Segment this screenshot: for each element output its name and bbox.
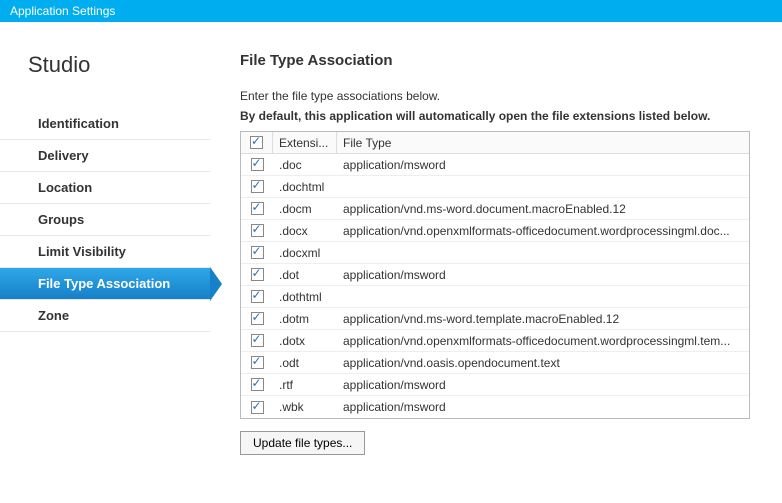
table-header: Extensi... File Type [241,132,749,154]
row-filetype: application/msword [337,400,749,414]
app-name: Studio [0,52,210,108]
nav-item-file-type-association[interactable]: File Type Association [0,268,210,300]
row-checkbox-cell[interactable] [241,202,273,215]
checkbox-icon [251,356,264,369]
table-body: .docapplication/msword.dochtml.docmappli… [241,154,749,418]
table-row[interactable]: .dotapplication/msword [241,264,749,286]
row-filetype: application/msword [337,268,749,282]
row-filetype: application/msword [337,378,749,392]
row-filetype: application/vnd.oasis.opendocument.text [337,356,749,370]
row-extension: .odt [273,356,337,370]
row-filetype: application/vnd.ms-word.template.macroEn… [337,312,749,326]
instruction-line-1: Enter the file type associations below. [240,89,762,103]
row-extension: .dothtml [273,290,337,304]
content-area: Studio IdentificationDeliveryLocationGro… [0,22,782,503]
row-checkbox-cell[interactable] [241,401,273,414]
nav-item-groups[interactable]: Groups [0,204,210,236]
table-row[interactable]: .dotxapplication/vnd.openxmlformats-offi… [241,330,749,352]
checkbox-icon [251,158,264,171]
window-title: Application Settings [10,4,115,18]
row-checkbox-cell[interactable] [241,180,273,193]
checkbox-icon [250,136,263,149]
row-filetype: application/vnd.openxmlformats-officedoc… [337,334,749,348]
row-filetype: application/msword [337,158,749,172]
row-checkbox-cell[interactable] [241,158,273,171]
row-checkbox-cell[interactable] [241,378,273,391]
checkbox-icon [251,180,264,193]
row-extension: .docx [273,224,337,238]
table-row[interactable]: .docmapplication/vnd.ms-word.document.ma… [241,198,749,220]
row-extension: .dotx [273,334,337,348]
checkbox-icon [251,246,264,259]
row-checkbox-cell[interactable] [241,290,273,303]
row-extension: .dochtml [273,180,337,194]
nav-list: IdentificationDeliveryLocationGroupsLimi… [0,108,210,332]
checkbox-icon [251,334,264,347]
header-extension[interactable]: Extensi... [273,132,337,153]
row-extension: .dotm [273,312,337,326]
nav-item-limit-visibility[interactable]: Limit Visibility [0,236,210,268]
nav-item-location[interactable]: Location [0,172,210,204]
checkbox-icon [251,378,264,391]
table-row[interactable]: .odtapplication/vnd.oasis.opendocument.t… [241,352,749,374]
main-panel: File Type Association Enter the file typ… [210,22,782,503]
checkbox-icon [251,290,264,303]
row-extension: .docxml [273,246,337,260]
row-extension: .rtf [273,378,337,392]
row-checkbox-cell[interactable] [241,356,273,369]
page-title: File Type Association [240,52,762,69]
instruction-line-2: By default, this application will automa… [240,109,762,123]
table-row[interactable]: .rtfapplication/msword [241,374,749,396]
window-titlebar: Application Settings [0,0,782,22]
file-type-table: Extensi... File Type .docapplication/msw… [240,131,750,419]
checkbox-icon [251,312,264,325]
row-checkbox-cell[interactable] [241,224,273,237]
checkbox-icon [251,401,264,414]
header-filetype[interactable]: File Type [337,132,749,153]
table-row[interactable]: .wbkapplication/msword [241,396,749,418]
row-checkbox-cell[interactable] [241,334,273,347]
checkbox-icon [251,224,264,237]
table-row[interactable]: .docxml [241,242,749,264]
row-extension: .dot [273,268,337,282]
table-row[interactable]: .docxapplication/vnd.openxmlformats-offi… [241,220,749,242]
sidebar: Studio IdentificationDeliveryLocationGro… [0,22,210,503]
table-row[interactable]: .docapplication/msword [241,154,749,176]
row-extension: .docm [273,202,337,216]
table-row[interactable]: .dotmapplication/vnd.ms-word.template.ma… [241,308,749,330]
row-extension: .wbk [273,400,337,414]
table-row[interactable]: .dochtml [241,176,749,198]
table-row[interactable]: .dothtml [241,286,749,308]
nav-item-zone[interactable]: Zone [0,300,210,332]
row-filetype: application/vnd.ms-word.document.macroEn… [337,202,749,216]
update-file-types-button[interactable]: Update file types... [240,431,365,455]
header-select-all[interactable] [241,132,273,153]
row-filetype: application/vnd.openxmlformats-officedoc… [337,224,749,238]
row-checkbox-cell[interactable] [241,312,273,325]
row-checkbox-cell[interactable] [241,246,273,259]
row-checkbox-cell[interactable] [241,268,273,281]
checkbox-icon [251,268,264,281]
nav-item-delivery[interactable]: Delivery [0,140,210,172]
checkbox-icon [251,202,264,215]
nav-item-identification[interactable]: Identification [0,108,210,140]
row-extension: .doc [273,158,337,172]
